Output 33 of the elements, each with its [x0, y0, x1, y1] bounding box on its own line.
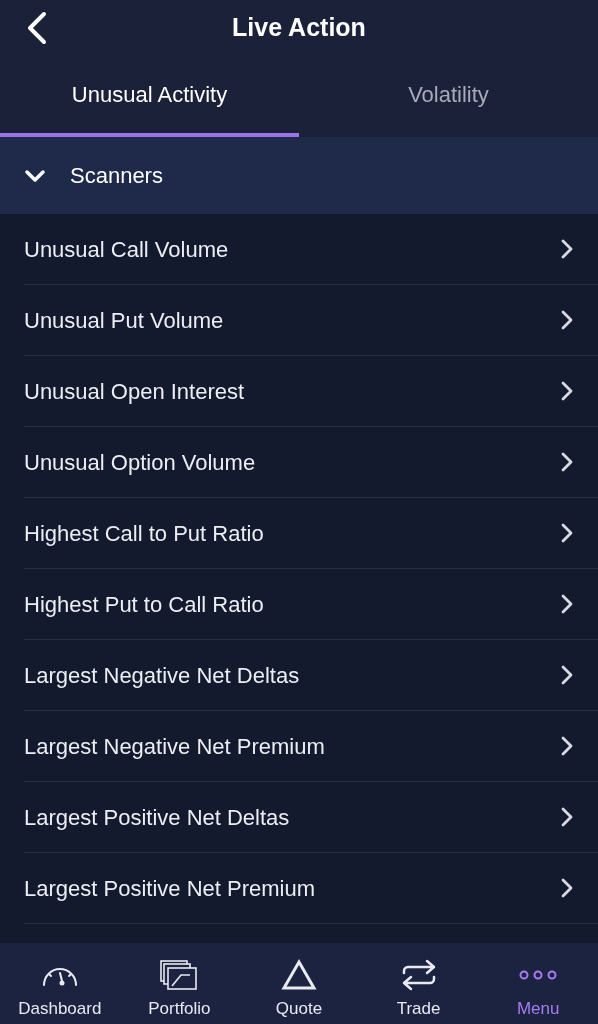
chevron-right-icon: [560, 877, 574, 899]
scanner-item[interactable]: Unusual Option Volume: [24, 427, 598, 498]
nav-tab[interactable]: Portfolio: [119, 943, 240, 1024]
chevron-right-icon: [560, 309, 574, 331]
chevron-right-icon: [560, 806, 574, 828]
nav-tab[interactable]: Menu: [478, 943, 598, 1024]
chevron-right-icon: [560, 593, 574, 615]
scanner-item[interactable]: Highest Put to Call Ratio: [24, 569, 598, 640]
scanner-item[interactable]: Largest Positive Net Premium: [24, 853, 598, 924]
tab[interactable]: Volatility: [299, 55, 598, 137]
stacked-chart-icon: [159, 958, 200, 991]
scanner-item[interactable]: Largest Positive Net Deltas: [24, 782, 598, 853]
chevron-right-icon: [560, 451, 574, 473]
chevron-down-icon: [24, 168, 46, 183]
back-icon: [26, 10, 48, 45]
nav-tab[interactable]: Dashboard: [0, 943, 120, 1024]
scanner-item[interactable]: Unusual Call Volume: [24, 214, 598, 285]
chevron-right-icon: [560, 380, 574, 402]
chevron-right-icon: [560, 522, 574, 544]
scanner-item[interactable]: Unusual Put Volume: [24, 285, 598, 356]
triangle-icon: [281, 958, 317, 991]
nav-tab[interactable]: Quote: [239, 943, 359, 1024]
page-title: Live Action: [231, 11, 367, 43]
chevron-right-icon: [560, 664, 574, 686]
scanner-item[interactable]: Unusual Open Interest: [24, 356, 598, 427]
scanner-item[interactable]: Largest Negative Net Deltas: [24, 640, 598, 711]
more-icon: [518, 968, 559, 981]
chevron-right-icon: [560, 735, 574, 757]
section-header[interactable]: Scanners: [0, 137, 598, 214]
scanner-item[interactable]: Highest Call to Put Ratio: [24, 498, 598, 569]
scanner-item[interactable]: Largest Negative Net Premium: [24, 711, 598, 782]
chevron-right-icon: [560, 238, 574, 260]
nav-tab[interactable]: Trade: [358, 943, 479, 1024]
